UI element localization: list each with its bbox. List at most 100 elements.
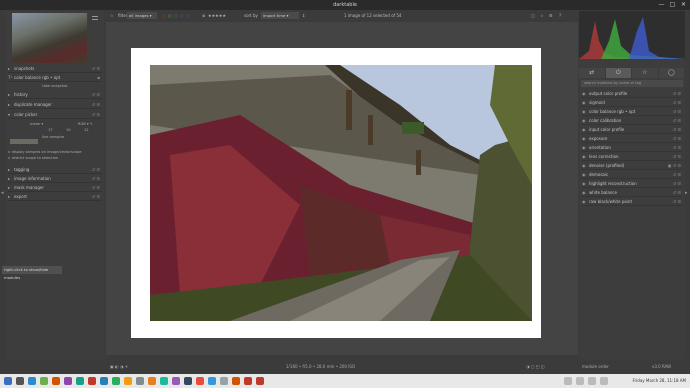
navigation-thumbnail[interactable]: [12, 13, 87, 63]
module-actions-icon[interactable]: ↺ ☰: [673, 143, 681, 152]
module-white-balance[interactable]: ◉ white balance ↺ ☰: [581, 188, 683, 197]
preferences-icon[interactable]: ⚙: [549, 10, 553, 21]
store-icon[interactable]: [148, 377, 156, 385]
module-lens-correction[interactable]: ◉ lens correction ↺ ☰: [581, 152, 683, 161]
power-icon[interactable]: ◉: [582, 170, 586, 179]
red-app-icon[interactable]: [256, 377, 264, 385]
module-snapshots[interactable]: ▸ snapshots ↺ ☰: [8, 65, 102, 73]
reset-icon[interactable]: ↺ ☰: [92, 175, 100, 183]
color-label-red-icon[interactable]: ○: [162, 10, 166, 21]
module-tagging[interactable]: ▸ tagging ↺ ☰: [8, 166, 102, 174]
darktable-icon[interactable]: [184, 377, 192, 385]
color-label-yellow-icon[interactable]: ○: [168, 10, 172, 21]
power-icon[interactable]: ◉: [582, 179, 586, 188]
module-search-input[interactable]: search modules by name or tag: [581, 80, 683, 87]
reset-icon[interactable]: ↺ ☰: [92, 91, 100, 99]
reset-icon[interactable]: ↺ ☰: [92, 65, 100, 73]
power-icon[interactable]: ◉: [582, 98, 586, 107]
display-icons[interactable]: ◑ ▢ ◰ ◱: [526, 362, 545, 372]
tab-favorites[interactable]: ☆: [632, 68, 659, 78]
module-actions-icon[interactable]: ↺ ☰: [673, 134, 681, 143]
module-raw-black-white-point[interactable]: ◉ raw black/white point ↺ ☰: [581, 197, 683, 206]
reset-icon[interactable]: ↺ ☰: [92, 193, 100, 201]
collapse-left-panel-icon[interactable]: ◂: [1, 190, 4, 196]
module-orientation[interactable]: ◉ orientation ↺ ☰: [581, 143, 683, 152]
module-sigmoid[interactable]: ◉ sigmoid ↺ ☰: [581, 98, 683, 107]
power-icon[interactable]: ◉: [582, 197, 586, 206]
module-denoise-profiled[interactable]: ◉ denoise (profiled) ▣ ↺ ☰: [581, 161, 683, 170]
clock[interactable]: Friday March 28, 11:18 AM: [633, 374, 686, 388]
rating-stars[interactable]: ★★★★★: [208, 10, 226, 21]
module-mask-manager[interactable]: ▸ mask manager ↺ ☰: [8, 184, 102, 192]
reset-icon[interactable]: ↺ ☰: [92, 184, 100, 192]
power-icon[interactable]: ◉: [582, 89, 586, 98]
power-icon[interactable]: ◉: [582, 161, 586, 170]
browser-icon[interactable]: [28, 377, 36, 385]
module-history[interactable]: ▸ history ↺ ☰: [8, 91, 102, 99]
maximize-icon[interactable]: □: [669, 1, 676, 8]
overlay-icon[interactable]: ☆: [540, 10, 544, 21]
sort-select[interactable]: import time ▾: [261, 12, 299, 19]
power-icon[interactable]: ◉: [582, 188, 586, 197]
gimp-icon[interactable]: [196, 377, 204, 385]
collapse-right-panel-icon[interactable]: ▸: [685, 190, 688, 196]
snapshot-entry[interactable]: 7¹ color balance rgb • opt ▪: [8, 74, 102, 82]
module-actions-icon[interactable]: ↺ ☰: [673, 197, 681, 206]
module-color-balance-rgb[interactable]: ◉ color balance rgb • opt ↺ ☰: [581, 107, 683, 116]
color-label-blue-icon[interactable]: ○: [180, 10, 184, 21]
adobe-icon[interactable]: [244, 377, 252, 385]
filter-select[interactable]: all images ▾: [127, 12, 157, 19]
help-icon[interactable]: ?: [559, 10, 561, 21]
module-exposure[interactable]: ◉ exposure ↺ ☰: [581, 134, 683, 143]
archive-icon[interactable]: [220, 377, 228, 385]
module-highlight-reconstruction[interactable]: ◉ highlight reconstruction ↺ ☰: [581, 179, 683, 188]
settings-icon[interactable]: [136, 377, 144, 385]
power-icon[interactable]: ◉: [582, 134, 586, 143]
tab-presets[interactable]: ⇄: [579, 68, 606, 78]
module-actions-icon[interactable]: ↺ ☰: [673, 125, 681, 134]
editor-icon[interactable]: [64, 377, 72, 385]
module-actions-icon[interactable]: ↺ ☰: [673, 116, 681, 125]
restrict-scope-checkbox[interactable]: ▫ restrict scope to selection: [8, 156, 102, 160]
calendar-icon[interactable]: [160, 377, 168, 385]
battery-icon[interactable]: [600, 377, 608, 385]
image-view[interactable]: [106, 22, 578, 355]
module-image-information[interactable]: ▸ image information ↺ ☰: [8, 175, 102, 183]
module-export[interactable]: ▸ export ↺ ☰: [8, 193, 102, 201]
color-label-purple-icon[interactable]: ○: [186, 10, 190, 21]
power-icon[interactable]: ◉: [582, 116, 586, 125]
picker-model-select[interactable]: RGB ▾ ✎: [78, 122, 98, 126]
tray-icon[interactable]: [564, 377, 572, 385]
power-icon[interactable]: ◉: [582, 152, 586, 161]
module-actions-icon[interactable]: ▣ ↺ ☰: [668, 161, 681, 170]
mail-icon[interactable]: [88, 377, 96, 385]
take-snapshot-button[interactable]: take snapshot: [8, 84, 102, 88]
minimize-icon[interactable]: —: [658, 1, 665, 8]
module-demosaic[interactable]: ◉ demosaic ↺ ☰: [581, 170, 683, 179]
module-actions-icon[interactable]: ↺ ☰: [673, 152, 681, 161]
picker-mode-select[interactable]: mean ▾: [30, 122, 60, 126]
power-icon[interactable]: ◉: [582, 143, 586, 152]
sort-order-icon[interactable]: ↕: [302, 10, 305, 21]
pdf-icon[interactable]: [232, 377, 240, 385]
module-actions-icon[interactable]: ↺ ☰: [673, 188, 681, 197]
star-icon[interactable]: ☆: [110, 10, 114, 21]
music-icon[interactable]: [112, 377, 120, 385]
photos-icon[interactable]: [124, 377, 132, 385]
video-icon[interactable]: [172, 377, 180, 385]
module-actions-icon[interactable]: ↺ ☰: [673, 170, 681, 179]
tab-all-modules[interactable]: ◯: [658, 68, 685, 78]
chat-icon[interactable]: [100, 377, 108, 385]
reset-icon[interactable]: ↺ ☰: [92, 111, 100, 119]
app-launcher-icon[interactable]: [4, 377, 12, 385]
power-icon[interactable]: ◉: [582, 125, 586, 134]
reject-icon[interactable]: ⊗: [202, 10, 205, 21]
panel-menu-icon[interactable]: [89, 13, 101, 25]
network-icon[interactable]: [208, 377, 216, 385]
module-duplicate-manager[interactable]: ▸ duplicate manager ↺ ☰: [8, 101, 102, 109]
firefox-icon[interactable]: [52, 377, 60, 385]
workspace-icon[interactable]: [16, 377, 24, 385]
reset-icon[interactable]: ↺ ☰: [92, 101, 100, 109]
close-icon[interactable]: ✕: [680, 1, 687, 8]
module-color-calibration[interactable]: ◉ color calibration ↺ ☰: [581, 116, 683, 125]
